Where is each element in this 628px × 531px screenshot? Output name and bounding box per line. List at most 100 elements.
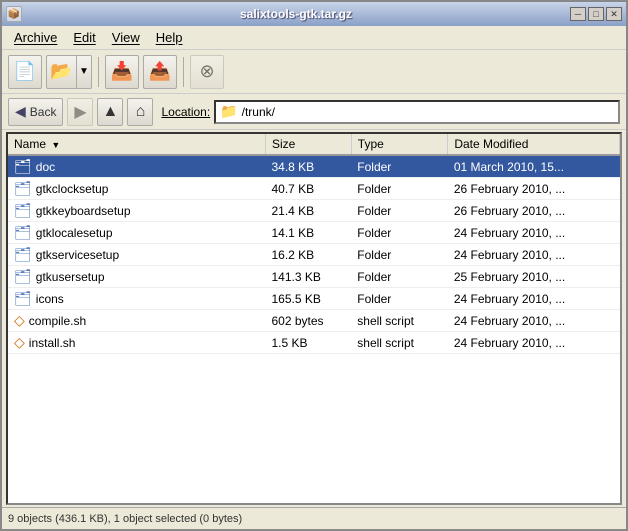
- file-name: gtklocalesetup: [36, 226, 113, 240]
- extract-icon: 📥: [111, 61, 133, 82]
- main-window: 📦 salixtools-gtk.tar.gz ─ □ ✕ Archive Ed…: [0, 0, 628, 531]
- file-type: Folder: [351, 222, 448, 244]
- menu-edit[interactable]: Edit: [65, 28, 103, 47]
- titlebar: 📦 salixtools-gtk.tar.gz ─ □ ✕: [2, 2, 626, 26]
- table-row[interactable]: 🗂 gtklocalesetup 14.1 KB Folder 24 Febru…: [8, 222, 620, 244]
- file-date: 24 February 2010, ...: [448, 244, 620, 266]
- location-input[interactable]: 📁 /trunk/: [214, 100, 620, 124]
- close-button[interactable]: ✕: [606, 7, 622, 21]
- menu-view[interactable]: View: [104, 28, 148, 47]
- file-table-body: 🗂 doc 34.8 KB Folder 01 March 2010, 15..…: [8, 155, 620, 354]
- file-type: Folder: [351, 266, 448, 288]
- back-label: Back: [30, 105, 57, 119]
- file-name: doc: [36, 160, 55, 174]
- file-size: 40.7 KB: [265, 178, 351, 200]
- stop-button[interactable]: ⊗: [190, 55, 224, 89]
- location-folder-icon: 📁: [220, 103, 237, 120]
- file-size: 165.5 KB: [265, 288, 351, 310]
- table-row[interactable]: 🗂 gtkclocksetup 40.7 KB Folder 26 Februa…: [8, 178, 620, 200]
- table-row[interactable]: ◇ install.sh 1.5 KB shell script 24 Febr…: [8, 332, 620, 354]
- window-controls: ─ □ ✕: [570, 7, 622, 21]
- table-row[interactable]: 🗂 gtkkeyboardsetup 21.4 KB Folder 26 Feb…: [8, 200, 620, 222]
- file-date: 01 March 2010, 15...: [448, 155, 620, 178]
- file-type: Folder: [351, 178, 448, 200]
- table-row[interactable]: 🗂 gtkusersetup 141.3 KB Folder 25 Februa…: [8, 266, 620, 288]
- menubar: Archive Edit View Help: [2, 26, 626, 50]
- back-button[interactable]: ◀ Back: [8, 98, 63, 126]
- file-name-cell: ◇ install.sh: [8, 332, 265, 354]
- script-icon: ◇: [14, 334, 25, 351]
- sort-arrow-icon: ▼: [51, 140, 60, 150]
- file-name-cell: 🗂 icons: [8, 288, 265, 310]
- add-files-button[interactable]: 📤: [143, 55, 177, 89]
- file-size: 141.3 KB: [265, 266, 351, 288]
- col-header-size[interactable]: Size: [265, 134, 351, 155]
- file-name-cell: 🗂 gtkusersetup: [8, 266, 265, 288]
- file-type: Folder: [351, 200, 448, 222]
- col-header-date[interactable]: Date Modified: [448, 134, 620, 155]
- minimize-button[interactable]: ─: [570, 7, 586, 21]
- file-type: shell script: [351, 310, 448, 332]
- window-title: salixtools-gtk.tar.gz: [22, 7, 570, 21]
- file-size: 16.2 KB: [265, 244, 351, 266]
- file-type: Folder: [351, 155, 448, 178]
- up-button[interactable]: ▲: [97, 98, 123, 126]
- folder-icon: 🗂: [14, 180, 32, 197]
- open-button-group: 📂 ▼: [46, 55, 92, 89]
- forward-icon: ▶: [74, 102, 86, 122]
- file-date: 24 February 2010, ...: [448, 222, 620, 244]
- stop-icon: ⊗: [199, 61, 214, 82]
- home-icon: ⌂: [136, 103, 146, 121]
- file-name-cell: 🗂 gtkclocksetup: [8, 178, 265, 200]
- folder-icon: 🗂: [14, 202, 32, 219]
- toolbar-separator-2: [183, 57, 184, 87]
- file-name: icons: [36, 292, 64, 306]
- back-arrow-icon: ◀: [15, 103, 26, 120]
- file-type: Folder: [351, 244, 448, 266]
- file-name-cell: 🗂 gtklocalesetup: [8, 222, 265, 244]
- window-icon: 📦: [6, 6, 22, 22]
- forward-button[interactable]: ▶: [67, 98, 93, 126]
- file-size: 602 bytes: [265, 310, 351, 332]
- file-list-container[interactable]: Name ▼ Size Type Date Modified: [6, 132, 622, 505]
- new-icon: 📄: [14, 61, 36, 82]
- open-button[interactable]: 📂: [46, 55, 76, 89]
- file-date: 24 February 2010, ...: [448, 288, 620, 310]
- folder-icon: 🗂: [14, 224, 32, 241]
- file-name-cell: ◇ compile.sh: [8, 310, 265, 332]
- dropdown-arrow-icon: ▼: [79, 66, 89, 77]
- folder-icon: 🗂: [14, 246, 32, 263]
- file-table-header: Name ▼ Size Type Date Modified: [8, 134, 620, 155]
- col-header-type[interactable]: Type: [351, 134, 448, 155]
- file-type: Folder: [351, 288, 448, 310]
- file-name-cell: 🗂 gtkservicesetup: [8, 244, 265, 266]
- toolbar: 📄 📂 ▼ 📥 📤 ⊗: [2, 50, 626, 94]
- folder-icon: 🗂: [14, 290, 32, 307]
- open-dropdown-button[interactable]: ▼: [76, 55, 92, 89]
- maximize-button[interactable]: □: [588, 7, 604, 21]
- script-icon: ◇: [14, 312, 25, 329]
- table-row[interactable]: 🗂 gtkservicesetup 16.2 KB Folder 24 Febr…: [8, 244, 620, 266]
- table-row[interactable]: 🗂 doc 34.8 KB Folder 01 March 2010, 15..…: [8, 155, 620, 178]
- file-size: 1.5 KB: [265, 332, 351, 354]
- file-name: gtkclocksetup: [36, 182, 109, 196]
- file-date: 24 February 2010, ...: [448, 332, 620, 354]
- add-files-icon: 📤: [149, 61, 171, 82]
- extract-button[interactable]: 📥: [105, 55, 139, 89]
- table-row[interactable]: ◇ compile.sh 602 bytes shell script 24 F…: [8, 310, 620, 332]
- file-size: 34.8 KB: [265, 155, 351, 178]
- new-button[interactable]: 📄: [8, 55, 42, 89]
- col-header-name[interactable]: Name ▼: [8, 134, 265, 155]
- menu-archive[interactable]: Archive: [6, 28, 65, 47]
- home-button[interactable]: ⌂: [127, 98, 153, 126]
- menu-help[interactable]: Help: [148, 28, 191, 47]
- navbar: ◀ Back ▶ ▲ ⌂ Location: 📁 /trunk/: [2, 94, 626, 130]
- file-date: 24 February 2010, ...: [448, 310, 620, 332]
- file-name: gtkservicesetup: [36, 248, 119, 262]
- file-type: shell script: [351, 332, 448, 354]
- folder-icon: 🗂: [14, 268, 32, 285]
- open-icon: 📂: [50, 61, 72, 82]
- table-row[interactable]: 🗂 icons 165.5 KB Folder 24 February 2010…: [8, 288, 620, 310]
- file-date: 26 February 2010, ...: [448, 200, 620, 222]
- location-label: Location:: [161, 105, 210, 119]
